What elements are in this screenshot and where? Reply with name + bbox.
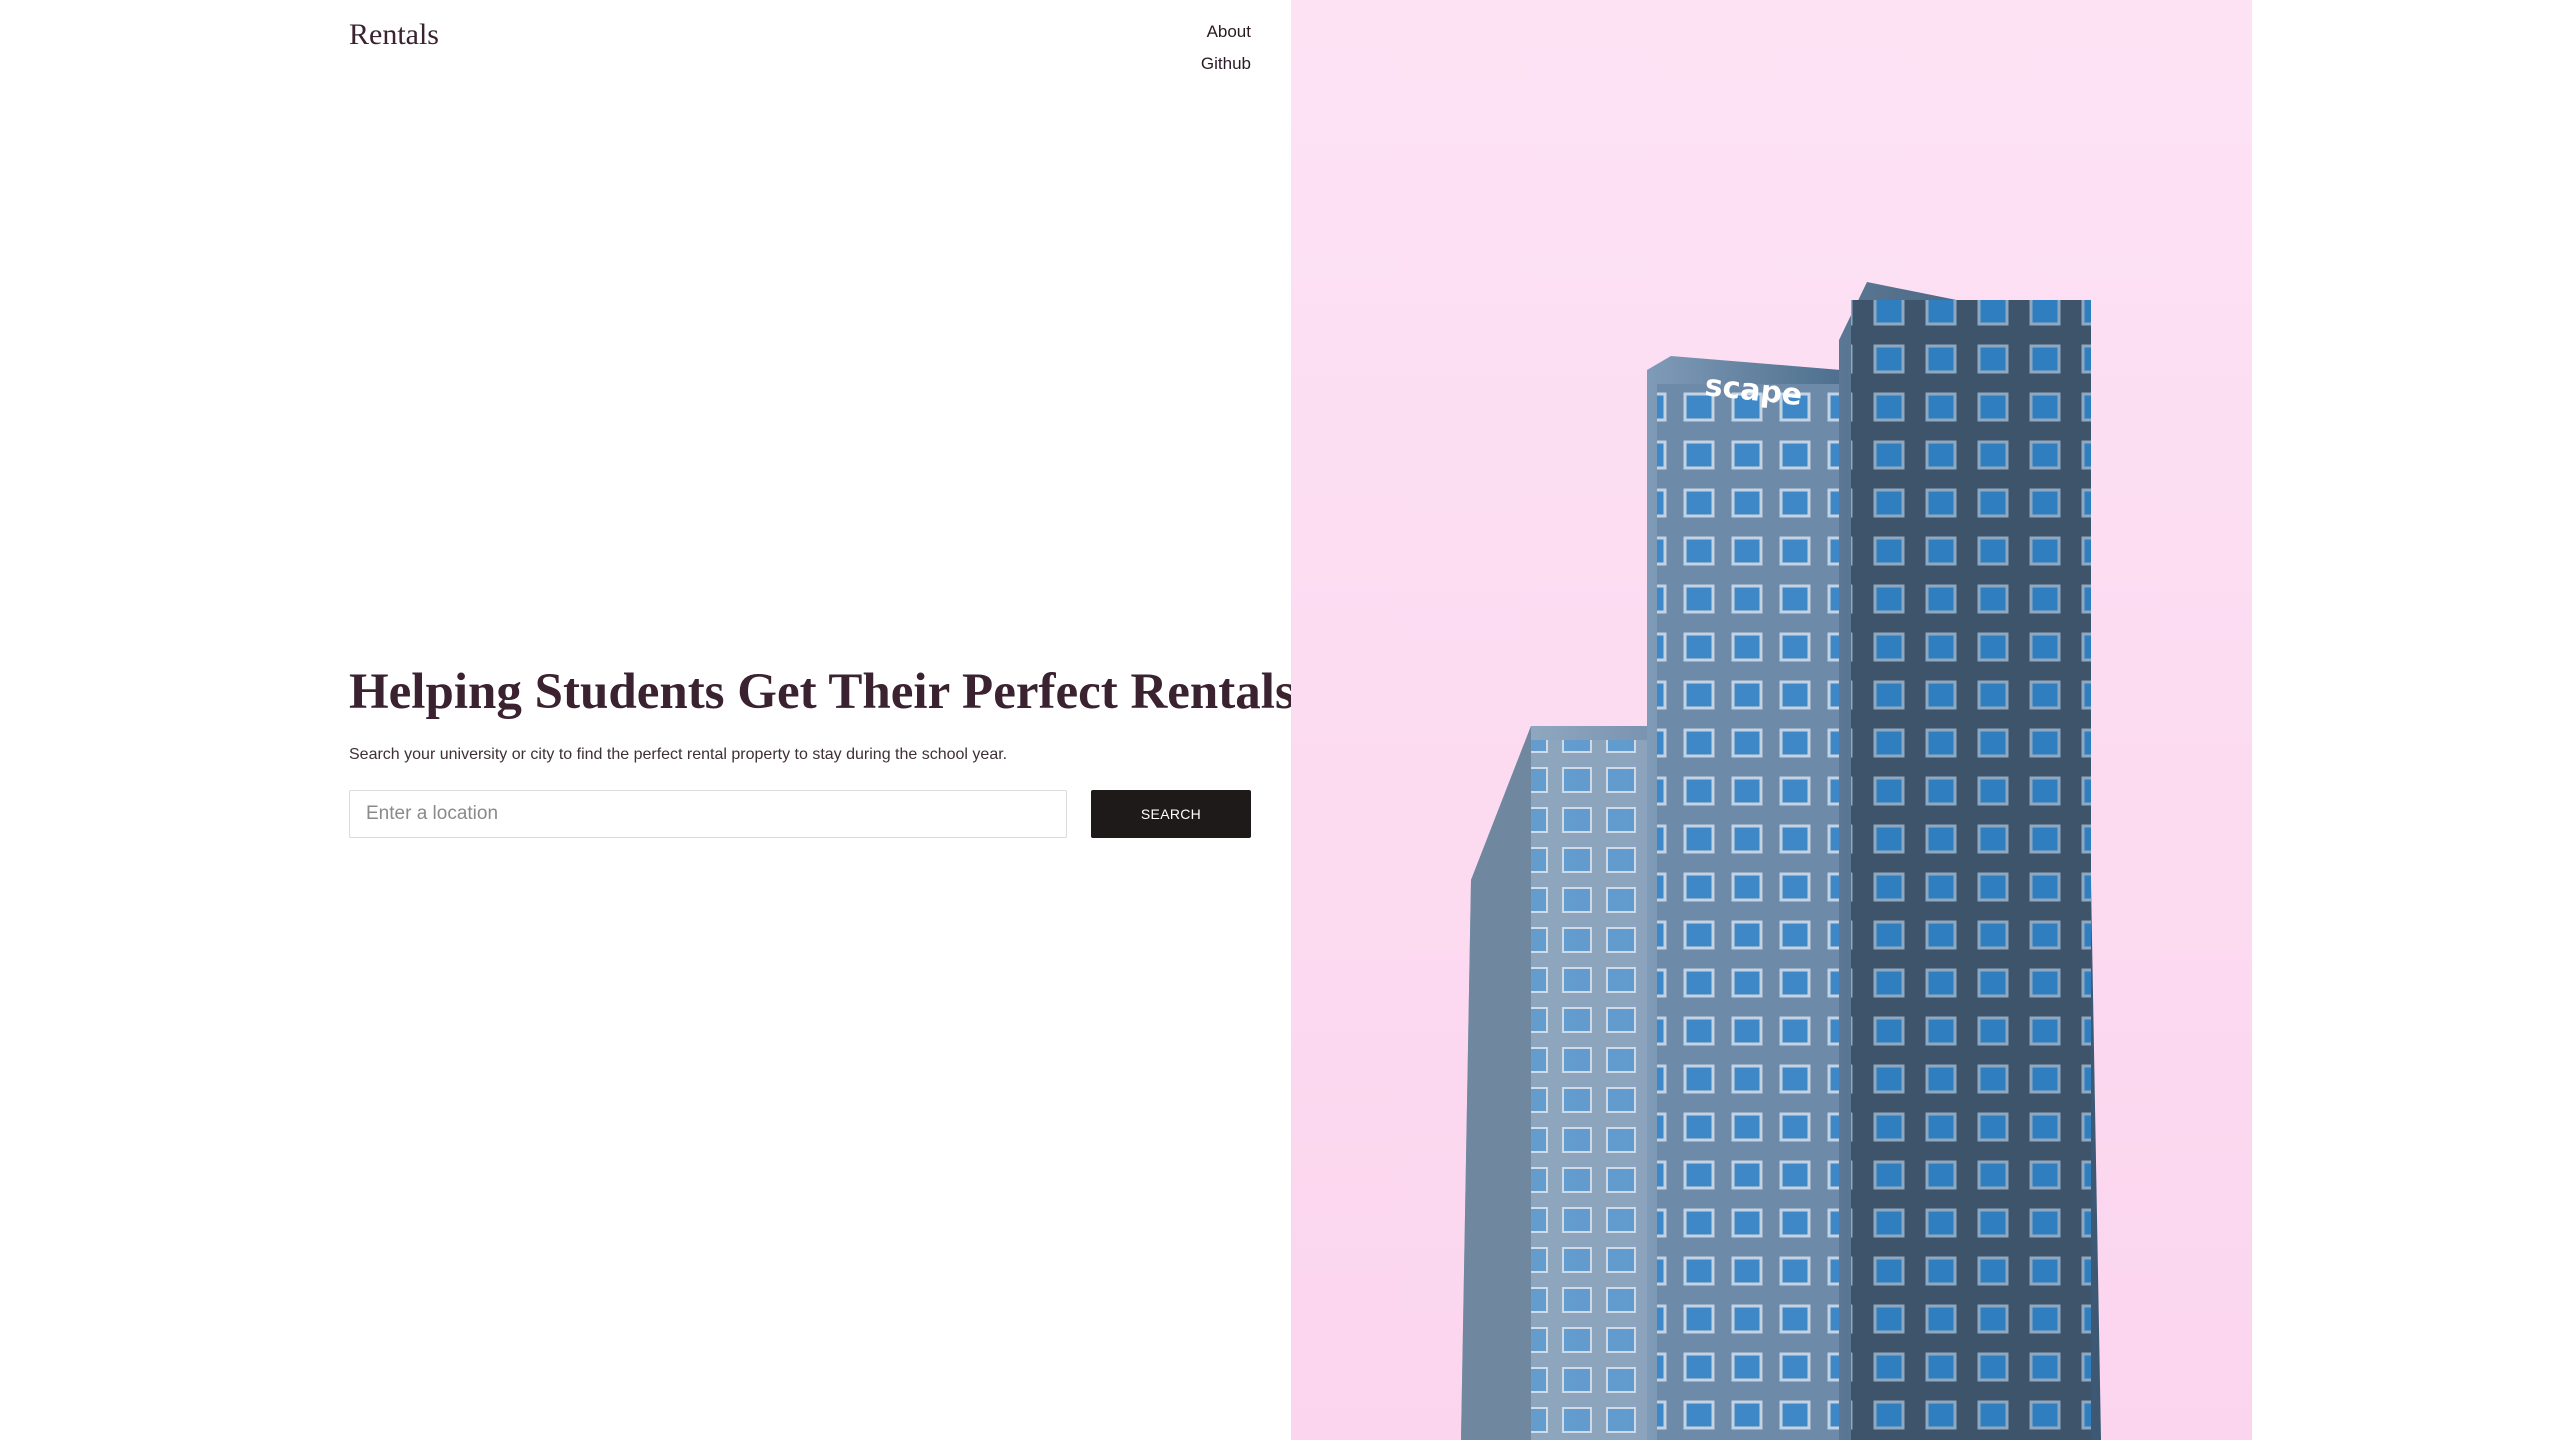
building-illustration: scape xyxy=(1291,0,2252,1440)
hero-image-panel: scape xyxy=(1291,0,2252,1440)
top-nav: About Github xyxy=(1201,20,1251,76)
landing-page: Rentals About Github Helping Students Ge… xyxy=(0,0,2560,1440)
hero-section: Helping Students Get Their Perfect Renta… xyxy=(349,660,1308,838)
search-form: SEARCH xyxy=(349,790,1251,838)
brand-logo[interactable]: Rentals xyxy=(349,18,439,52)
hero-headline: Helping Students Get Their Perfect Renta… xyxy=(349,664,1308,720)
left-content-panel: Rentals About Github Helping Students Ge… xyxy=(0,0,1308,1440)
location-search-input[interactable] xyxy=(349,790,1067,838)
search-button[interactable]: SEARCH xyxy=(1091,790,1251,838)
nav-link-about[interactable]: About xyxy=(1207,20,1251,44)
nav-link-github[interactable]: Github xyxy=(1201,52,1251,76)
hero-subtitle: Search your university or city to find t… xyxy=(349,746,1008,763)
right-margin xyxy=(2252,0,2560,1440)
